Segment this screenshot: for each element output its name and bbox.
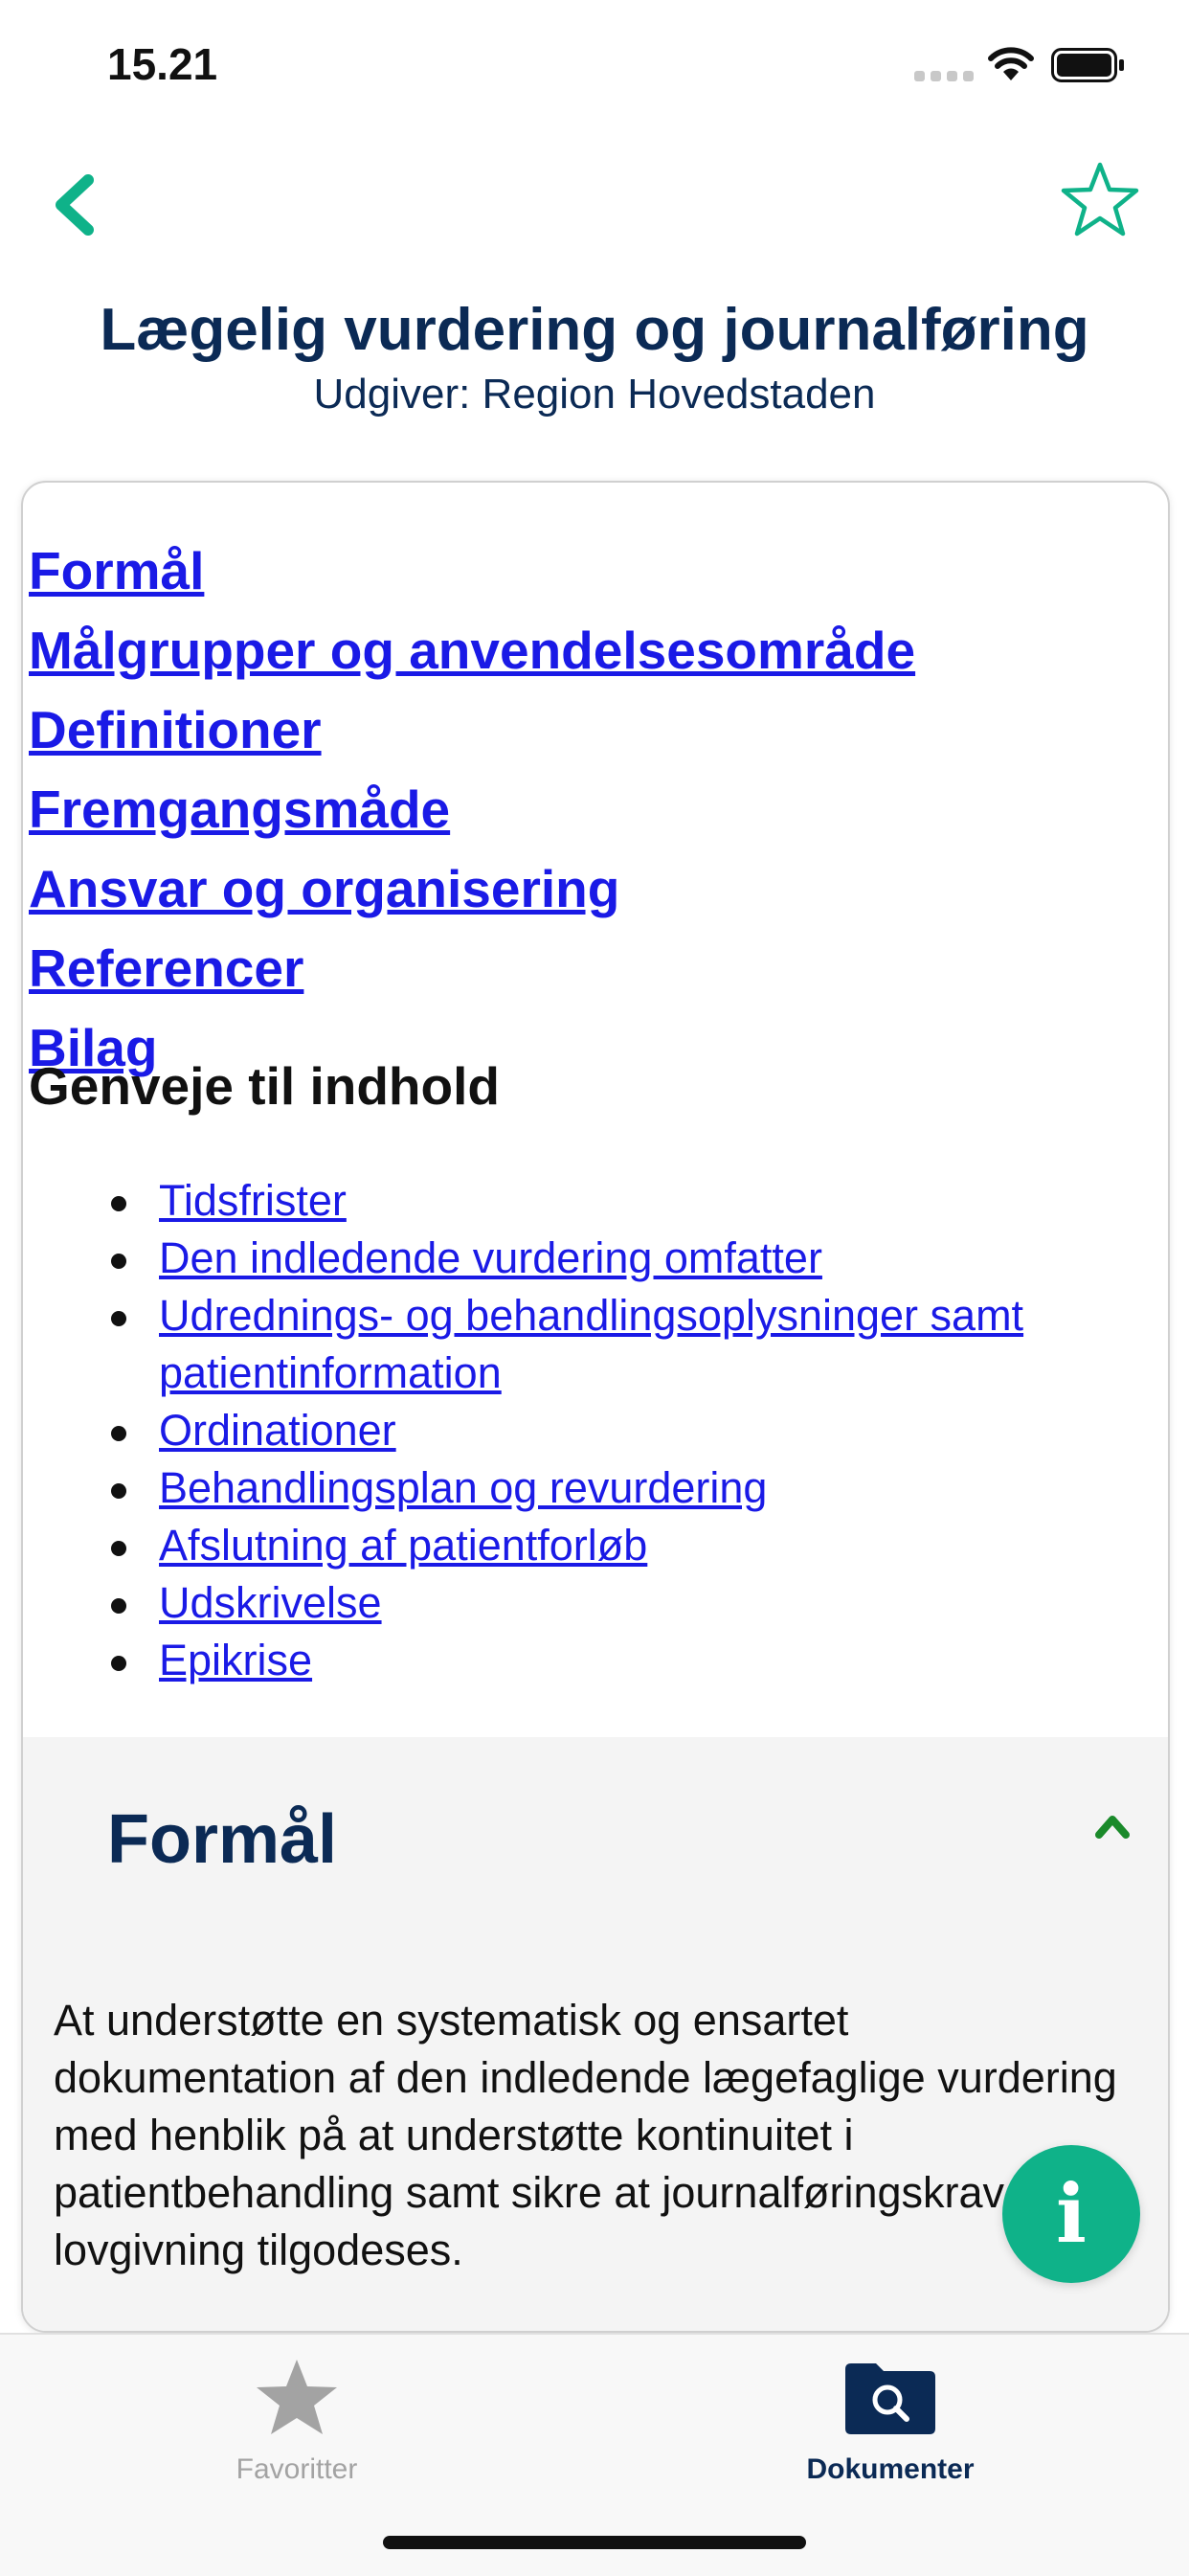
- document-title: Lægelig vurdering og journalføring: [100, 297, 1089, 363]
- shortcut-item: Behandlingsplan og revurdering: [111, 1459, 1145, 1517]
- section-formaal: Formål At understøtte en systematisk og …: [23, 1737, 1168, 2331]
- shortcut-item: Tidsfrister: [111, 1172, 1145, 1230]
- star-outline-icon: [1061, 162, 1139, 237]
- shortcut-item: Afslutning af patientforløb: [111, 1517, 1145, 1574]
- star-icon: [257, 2360, 337, 2434]
- shortcut-link-epikrise[interactable]: Epikrise: [159, 1636, 312, 1684]
- shortcuts-heading: Genveje til indhold: [29, 1056, 500, 1116]
- shortcut-link-udrednings-oplysninger[interactable]: Udrednings- og behandlingsoplysninger sa…: [159, 1291, 1023, 1397]
- toc-link-maalgrupper[interactable]: Målgrupper og anvendelsesområde: [29, 621, 915, 680]
- info-button[interactable]: i: [1002, 2145, 1140, 2283]
- toc-link-fremgangsmaade[interactable]: Fremgangsmåde: [29, 780, 450, 839]
- home-indicator[interactable]: [383, 2536, 806, 2549]
- toc-item: Definitioner: [29, 697, 915, 777]
- toc-item: Referencer: [29, 936, 915, 1015]
- toc-link-formaal[interactable]: Formål: [29, 541, 204, 600]
- shortcut-item: Den indledende vurdering omfatter: [111, 1230, 1145, 1287]
- shortcut-link-udskrivelse[interactable]: Udskrivelse: [159, 1578, 382, 1627]
- back-button[interactable]: [46, 169, 107, 241]
- toc-link-definitioner[interactable]: Definitioner: [29, 700, 322, 759]
- shortcut-item: Epikrise: [111, 1632, 1145, 1689]
- section-title: Formål: [107, 1801, 338, 1878]
- toc-link-ansvar[interactable]: Ansvar og organisering: [29, 859, 619, 918]
- shortcut-link-behandlingsplan[interactable]: Behandlingsplan og revurdering: [159, 1463, 767, 1512]
- tab-favorites[interactable]: Favoritter: [153, 2352, 440, 2486]
- shortcut-item: Ordinationer: [111, 1402, 1145, 1459]
- section-collapse-button[interactable]: [1091, 1806, 1133, 1844]
- toc-item: Formål: [29, 538, 915, 618]
- table-of-contents: Formål Målgrupper og anvendelsesområde D…: [29, 538, 915, 1095]
- status-bar: 15.21: [0, 0, 1189, 134]
- document-content-card[interactable]: Formål Målgrupper og anvendelsesområde D…: [21, 481, 1170, 2333]
- shortcut-link-ordinationer[interactable]: Ordinationer: [159, 1406, 396, 1455]
- toc-item: Ansvar og organisering: [29, 856, 915, 936]
- chevron-up-icon: [1095, 1816, 1130, 1839]
- shortcut-item: Udskrivelse: [111, 1574, 1145, 1632]
- shortcuts-list: Tidsfrister Den indledende vurdering omf…: [111, 1172, 1145, 1689]
- toc-item: Målgrupper og anvendelsesområde: [29, 618, 915, 697]
- toc-item: Fremgangsmåde: [29, 777, 915, 856]
- chevron-left-icon: [56, 174, 94, 236]
- document-publisher: Udgiver: Region Hovedstaden: [313, 371, 876, 418]
- folder-search-icon: [845, 2363, 935, 2434]
- cellular-signal-icon: [914, 71, 974, 81]
- battery-icon: [1051, 48, 1124, 82]
- section-body-text: At understøtte en systematisk og ensarte…: [54, 1996, 1117, 2274]
- tab-documents-label: Dokumenter: [806, 2453, 975, 2485]
- shortcut-link-indledende-vurdering[interactable]: Den indledende vurdering omfatter: [159, 1233, 822, 1282]
- shortcut-item: Udrednings- og behandlingsoplysninger sa…: [111, 1287, 1145, 1402]
- shortcut-link-tidsfrister[interactable]: Tidsfrister: [159, 1176, 347, 1225]
- document-header: Lægelig vurdering og journalføring Udgiv…: [0, 292, 1189, 420]
- navigation-bar: [0, 144, 1189, 259]
- shortcut-link-afslutning[interactable]: Afslutning af patientforløb: [159, 1521, 647, 1570]
- favorite-button[interactable]: [1059, 159, 1141, 241]
- toc-link-referencer[interactable]: Referencer: [29, 938, 303, 998]
- status-time: 15.21: [107, 39, 218, 89]
- wifi-icon: [988, 47, 1034, 80]
- tab-documents[interactable]: Dokumenter: [747, 2352, 1034, 2486]
- tab-favorites-label: Favoritter: [236, 2453, 358, 2485]
